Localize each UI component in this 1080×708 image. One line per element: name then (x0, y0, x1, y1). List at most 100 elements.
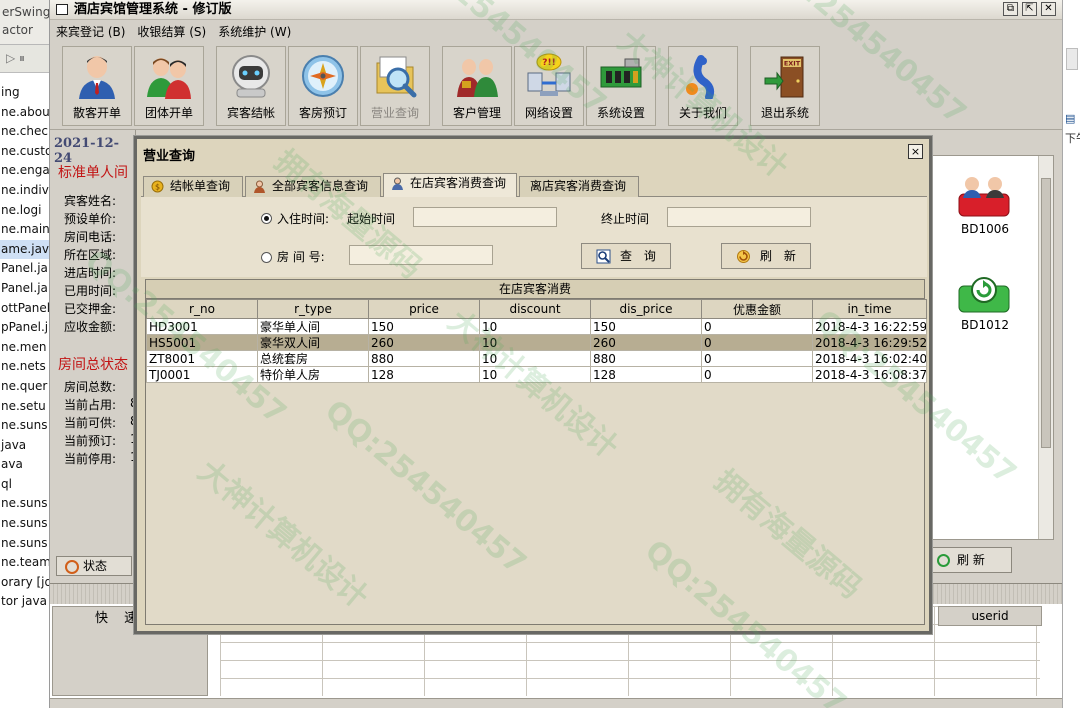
status-field-label: 当前占用: (64, 398, 117, 412)
column-header-price[interactable]: price (368, 299, 480, 319)
table-caption: 在店宾客消费 (145, 279, 925, 299)
close-icon[interactable]: ✕ (1041, 2, 1056, 16)
scroll-thumb[interactable] (1041, 178, 1051, 448)
ide-panel-tab[interactable] (1066, 48, 1078, 70)
system-board-icon (600, 58, 642, 88)
toolbar-customer-management-button[interactable]: 客户管理 (442, 46, 512, 126)
ide-file-item[interactable]: ne.custo (0, 142, 49, 162)
maximize-icon[interactable]: ⇱ (1022, 2, 1037, 16)
tab-departed-consumption-query[interactable]: 离店宾客消费查询 (519, 176, 639, 197)
toolbar-label: 退出系统 (760, 106, 809, 120)
userid-column-header[interactable]: userid (938, 606, 1042, 626)
refresh-button[interactable]: 刷 新 (721, 243, 811, 269)
tab-label: 离店宾客消费查询 (530, 179, 627, 193)
refresh-icon (937, 554, 950, 567)
app-status-bar (50, 698, 1062, 708)
tab-all-guests-query[interactable]: 全部宾客信息查询 (245, 176, 381, 197)
app-titlebar: 酒店宾馆管理系统 - 修订版 ⧉ ⇱ ✕ (50, 0, 1062, 20)
status-field-label: 当前可供: (64, 416, 117, 430)
tab-in-house-consumption-query[interactable]: 在店宾客消费查询 (383, 173, 517, 198)
ide-file-item[interactable]: ne.abou (0, 103, 49, 123)
room-tile[interactable]: BD1012 (949, 266, 1021, 336)
tab-checkout-query[interactable]: $ 结帐单查询 (143, 176, 243, 197)
checkin-time-radio[interactable] (261, 213, 272, 224)
ide-file-item[interactable]: ne.suns (0, 416, 49, 436)
column-header-r-no[interactable]: r_no (146, 299, 258, 319)
ide-file-item[interactable]: ne.suns (0, 534, 49, 554)
ide-file-item[interactable]: ne.logi (0, 201, 49, 221)
ide-file-item[interactable]: ne.suns (0, 514, 49, 534)
toolbar-group-checkin-button[interactable]: 团体开单 (134, 46, 204, 126)
ide-file-item[interactable]: pPanel.j (0, 318, 49, 338)
menu-guest-register[interactable]: 来宾登记 (B) (56, 23, 125, 40)
toolbar-exit-button[interactable]: EXIT 退出系统 (750, 46, 820, 126)
ide-file-item[interactable]: ne.team (0, 553, 49, 573)
ide-file-item[interactable]: Panel.ja (0, 279, 49, 299)
restore-icon[interactable]: ⧉ (1003, 2, 1018, 16)
table-row[interactable]: ZT8001 总统套房 880 10 880 0 2018-4-3 16:02:… (146, 350, 927, 367)
ide-file-item[interactable]: ava (0, 455, 49, 475)
search-folder-icon (376, 56, 417, 98)
room-number-radio[interactable] (261, 252, 272, 263)
table-cell: 260 (590, 334, 702, 351)
room-tile[interactable]: BD1006 (949, 170, 1021, 240)
table-row-selected[interactable]: HS5001 豪华双人间 260 10 260 0 2018-4-3 16:29… (146, 334, 927, 351)
close-icon[interactable]: × (908, 144, 923, 159)
start-time-input[interactable] (413, 207, 557, 227)
table-row[interactable]: HD3001 豪华单人间 150 10 150 0 2018-4-3 16:22… (146, 318, 927, 335)
ide-file-item[interactable]: ottPanel.j (0, 299, 49, 319)
ide-file-item[interactable]: orary [jd (0, 573, 49, 593)
table-cell: 260 (368, 334, 480, 351)
ide-file-item[interactable]: ne.nets (0, 357, 49, 377)
ide-file-item[interactable]: ne.chec (0, 122, 49, 142)
ide-file-item[interactable]: ne.suns (0, 494, 49, 514)
toolbar-system-settings-button[interactable]: 系统设置 (586, 46, 656, 126)
ide-file-item[interactable]: ne.men (0, 338, 49, 358)
column-header-r-type[interactable]: r_type (257, 299, 369, 319)
ide-file-item[interactable]: ql (0, 475, 49, 495)
ide-file-item[interactable]: ne.indiv (0, 181, 49, 201)
column-header-discount-amount[interactable]: 优惠金额 (701, 299, 813, 319)
end-time-input[interactable] (667, 207, 811, 227)
ide-file-item[interactable]: ne.quer (0, 377, 49, 397)
ide-file-item[interactable]: java (0, 436, 49, 456)
column-header-discount[interactable]: discount (479, 299, 591, 319)
toolbar-room-booking-button[interactable]: 客房预订 (288, 46, 358, 126)
toolbar-network-settings-button[interactable]: ?!! 网络设置 (514, 46, 584, 126)
ide-file-item[interactable]: ne.enga (0, 161, 49, 181)
toolbar-business-query-button[interactable]: 营业查询 (360, 46, 430, 126)
start-time-label: 起始时间 (347, 212, 396, 226)
menu-system-maintenance[interactable]: 系统维护 (W) (218, 23, 291, 40)
status-tab[interactable]: 状态 (56, 556, 132, 576)
room-field-label: 已交押金: (64, 302, 117, 316)
room-refresh-button[interactable]: 刷 新 (930, 547, 1012, 573)
table-cell: 2018-4-3 16:22:59 (812, 318, 927, 335)
exit-door-icon: EXIT (764, 56, 804, 98)
toolbar-single-checkin-button[interactable]: 散客开单 (62, 46, 132, 126)
table-cell: 0 (701, 350, 813, 367)
column-header-dis-price[interactable]: dis_price (590, 299, 702, 319)
occupied-room-icon (958, 177, 1010, 217)
toolbar-checkout-button[interactable]: 宾客结帐 (216, 46, 286, 126)
tab-label: 结帐单查询 (170, 179, 231, 193)
ide-file-item[interactable]: Panel.ja (0, 259, 49, 279)
ide-file-item[interactable]: ne.setu (0, 397, 49, 417)
toolbar-label: 散客开单 (72, 106, 121, 120)
table-row[interactable]: TJ0001 特价单人房 128 10 128 0 2018-4-3 16:08… (146, 366, 927, 383)
table-cell: 128 (368, 366, 480, 383)
room-number-input[interactable] (349, 245, 493, 265)
ide-file-item[interactable]: ame.java (0, 239, 49, 260)
ide-file-item[interactable]: tor java (0, 592, 49, 612)
svg-text:EXIT: EXIT (784, 60, 801, 68)
room-grid-scrollbar[interactable] (1038, 156, 1053, 539)
table-cell: 2018-4-3 16:29:52 (812, 334, 927, 351)
ide-header: erSwing actor (0, 0, 49, 45)
status-field-label: 当前停用: (64, 452, 117, 466)
ide-file-item[interactable]: ing (0, 83, 49, 103)
column-header-in-time[interactable]: in_time (812, 299, 927, 319)
ide-file-item[interactable]: ne.main (0, 220, 49, 240)
search-button[interactable]: 查 询 (581, 243, 671, 269)
toolbar-about-button[interactable]: 关于我们 (668, 46, 738, 126)
table-cell: 2018-4-3 16:02:40 (812, 350, 927, 367)
menu-cashier[interactable]: 收银结算 (S) (137, 23, 206, 40)
